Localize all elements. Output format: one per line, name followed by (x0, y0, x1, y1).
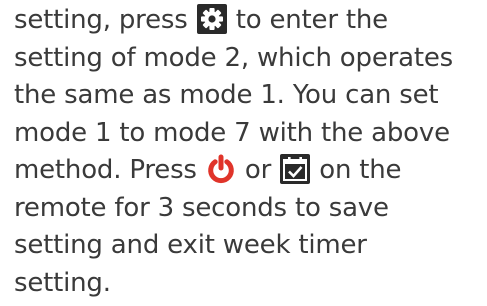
text-line-6: remote for 3 seconds to save (14, 192, 389, 223)
gear-icon (196, 4, 227, 34)
text-segment: to enter the (227, 5, 388, 35)
text-segment: setting, press (14, 5, 196, 35)
text-line-1: setting, press to enter the (14, 2, 484, 40)
text-segment: on the (311, 155, 402, 185)
text-line-8: setting. (14, 267, 111, 298)
text-line-3: the same as mode 1. You can set (14, 80, 439, 110)
power-icon (206, 154, 236, 184)
calendar-check-icon (280, 154, 311, 184)
text-line-7: setting and exit week timer (14, 230, 367, 260)
text-line-4: mode 1 to mode 7 with the above (14, 117, 450, 148)
text-line-5: method. Press or on the (14, 152, 484, 190)
text-line-2: setting of mode 2, which operates (14, 42, 453, 73)
text-segment: method. Press (14, 155, 205, 185)
manual-text-block: setting, press to enter the setting of m… (14, 2, 484, 302)
text-segment: or (236, 155, 280, 185)
